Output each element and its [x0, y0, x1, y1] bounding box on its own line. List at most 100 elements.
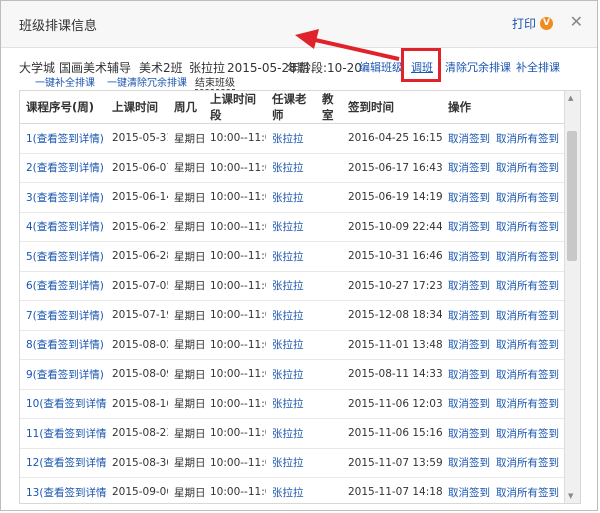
lesson-weekday: 星期日 [168, 477, 204, 503]
lesson-room [316, 359, 342, 390]
print-button[interactable]: 打印 V [512, 15, 553, 32]
close-icon[interactable]: ✕ [570, 12, 583, 31]
header-timeslot: 上课时间段 [204, 91, 266, 124]
schedule-table-container: 课程序号(周) 上课时间 周几 上课时间段 任课老师 教室 签到时间 操作 1(查看签到详情)… [19, 90, 581, 504]
lesson-detail-link[interactable]: 3(查看签到详情) [20, 182, 106, 213]
cancel-all-signin-link[interactable]: 取消所有签到 [490, 330, 565, 360]
cancel-signin-link[interactable]: 取消签到 [442, 153, 490, 183]
cancel-signin-link[interactable]: 取消签到 [442, 123, 490, 154]
header-signin-time: 签到时间 [342, 91, 442, 124]
cancel-all-signin-link[interactable]: 取消所有签到 [490, 123, 565, 154]
lesson-teacher-link[interactable]: 张拉拉 [266, 300, 316, 331]
header-actions-2 [490, 91, 565, 124]
cancel-signin-link[interactable]: 取消签到 [442, 182, 490, 213]
cancel-signin-link[interactable]: 取消签到 [442, 300, 490, 331]
one-click-fill-link[interactable]: 一键补全排课 [35, 74, 95, 89]
header-teacher: 任课老师 [266, 91, 316, 124]
lesson-timeslot: 10:00--11:00 [204, 418, 266, 449]
clear-extra-link[interactable]: 清除冗余排课 [445, 59, 511, 75]
lesson-date: 2015-06-21 [106, 212, 168, 242]
scroll-up-icon[interactable]: ▲ [568, 94, 573, 102]
table-row: 12(查看签到详情)2015-08-30星期日10:00--11:00张拉拉 20… [20, 448, 565, 478]
lesson-teacher-link[interactable]: 张拉拉 [266, 477, 316, 503]
edit-class-link[interactable]: 编辑班级 [359, 59, 403, 75]
lesson-timeslot: 10:00--11:00 [204, 389, 266, 419]
one-click-clear-link[interactable]: 一键清除冗余排课 [107, 74, 187, 89]
signin-time: 2015-11-06 15:16:23 [342, 418, 442, 449]
lesson-detail-link[interactable]: 2(查看签到详情) [20, 153, 106, 183]
cancel-all-signin-link[interactable]: 取消所有签到 [490, 241, 565, 272]
signin-time: 2016-04-25 16:15:17 [342, 123, 442, 154]
lesson-detail-link[interactable]: 8(查看签到详情) [20, 330, 106, 360]
lesson-teacher-link[interactable]: 张拉拉 [266, 359, 316, 390]
lesson-teacher-link[interactable]: 张拉拉 [266, 241, 316, 272]
lesson-room [316, 300, 342, 331]
lesson-date: 2015-07-05 [106, 271, 168, 301]
lesson-teacher-link[interactable]: 张拉拉 [266, 212, 316, 242]
lesson-detail-link[interactable]: 11(查看签到详情) [20, 418, 106, 449]
finish-class-link[interactable]: 结束班级 [195, 74, 235, 90]
lesson-room [316, 448, 342, 478]
lesson-teacher-link[interactable]: 张拉拉 [266, 418, 316, 449]
signin-time: 2015-11-06 12:03:06 [342, 389, 442, 419]
cancel-signin-link[interactable]: 取消签到 [442, 418, 490, 449]
cancel-all-signin-link[interactable]: 取消所有签到 [490, 212, 565, 242]
cancel-all-signin-link[interactable]: 取消所有签到 [490, 271, 565, 301]
lesson-detail-link[interactable]: 9(查看签到详情) [20, 359, 106, 390]
cancel-signin-link[interactable]: 取消签到 [442, 212, 490, 242]
table-row: 4(查看签到详情)2015-06-21星期日10:00--11:00张拉拉 201… [20, 212, 565, 242]
table-row: 9(查看签到详情)2015-08-09星期日10:00--11:00张拉拉 201… [20, 359, 565, 390]
print-badge-icon: V [540, 17, 553, 30]
table-row: 11(查看签到详情)2015-08-23星期日10:00--11:00张拉拉 20… [20, 418, 565, 449]
vertical-scrollbar[interactable]: ▲ ▼ [564, 91, 580, 503]
lesson-teacher-link[interactable]: 张拉拉 [266, 153, 316, 183]
cancel-all-signin-link[interactable]: 取消所有签到 [490, 477, 565, 503]
cancel-signin-link[interactable]: 取消签到 [442, 389, 490, 419]
lesson-room [316, 477, 342, 503]
lesson-teacher-link[interactable]: 张拉拉 [266, 330, 316, 360]
cancel-all-signin-link[interactable]: 取消所有签到 [490, 359, 565, 390]
cancel-all-signin-link[interactable]: 取消所有签到 [490, 389, 565, 419]
lesson-teacher-link[interactable]: 张拉拉 [266, 448, 316, 478]
cancel-all-signin-link[interactable]: 取消所有签到 [490, 153, 565, 183]
lesson-weekday: 星期日 [168, 271, 204, 301]
highlight-box [401, 48, 441, 82]
lesson-room [316, 389, 342, 419]
scroll-thumb[interactable] [567, 131, 577, 261]
cancel-all-signin-link[interactable]: 取消所有签到 [490, 300, 565, 331]
lesson-teacher-link[interactable]: 张拉拉 [266, 123, 316, 154]
header-room: 教室 [316, 91, 342, 124]
cancel-signin-link[interactable]: 取消签到 [442, 477, 490, 503]
cancel-all-signin-link[interactable]: 取消所有签到 [490, 448, 565, 478]
signin-time: 2015-06-19 14:19:59 [342, 182, 442, 213]
scroll-down-icon[interactable]: ▼ [568, 492, 573, 500]
lesson-room [316, 212, 342, 242]
lesson-teacher-link[interactable]: 张拉拉 [266, 182, 316, 213]
signin-time: 2015-08-11 14:33:24 [342, 359, 442, 390]
cancel-signin-link[interactable]: 取消签到 [442, 271, 490, 301]
lesson-detail-link[interactable]: 6(查看签到详情) [20, 271, 106, 301]
lesson-teacher-link[interactable]: 张拉拉 [266, 389, 316, 419]
lesson-detail-link[interactable]: 1(查看签到详情) [20, 123, 106, 154]
cancel-signin-link[interactable]: 取消签到 [442, 359, 490, 390]
cancel-all-signin-link[interactable]: 取消所有签到 [490, 182, 565, 213]
cancel-all-signin-link[interactable]: 取消所有签到 [490, 418, 565, 449]
lesson-teacher-link[interactable]: 张拉拉 [266, 271, 316, 301]
lesson-detail-link[interactable]: 7(查看签到详情) [20, 300, 106, 331]
lesson-detail-link[interactable]: 13(查看签到详情) [20, 477, 106, 503]
lesson-weekday: 星期日 [168, 330, 204, 360]
lesson-room [316, 330, 342, 360]
cancel-signin-link[interactable]: 取消签到 [442, 330, 490, 360]
cancel-signin-link[interactable]: 取消签到 [442, 241, 490, 272]
lesson-timeslot: 10:00--11:00 [204, 212, 266, 242]
lesson-room [316, 153, 342, 183]
lesson-detail-link[interactable]: 12(查看签到详情) [20, 448, 106, 478]
lesson-timeslot: 10:00--11:00 [204, 330, 266, 360]
cancel-signin-link[interactable]: 取消签到 [442, 448, 490, 478]
fill-schedule-link[interactable]: 补全排课 [516, 59, 560, 75]
lesson-detail-link[interactable]: 4(查看签到详情) [20, 212, 106, 242]
lesson-detail-link[interactable]: 10(查看签到详情) [20, 389, 106, 419]
lesson-detail-link[interactable]: 5(查看签到详情) [20, 241, 106, 272]
lesson-weekday: 星期日 [168, 389, 204, 419]
table-row: 10(查看签到详情)2015-08-16星期日10:00--11:00张拉拉 20… [20, 389, 565, 419]
